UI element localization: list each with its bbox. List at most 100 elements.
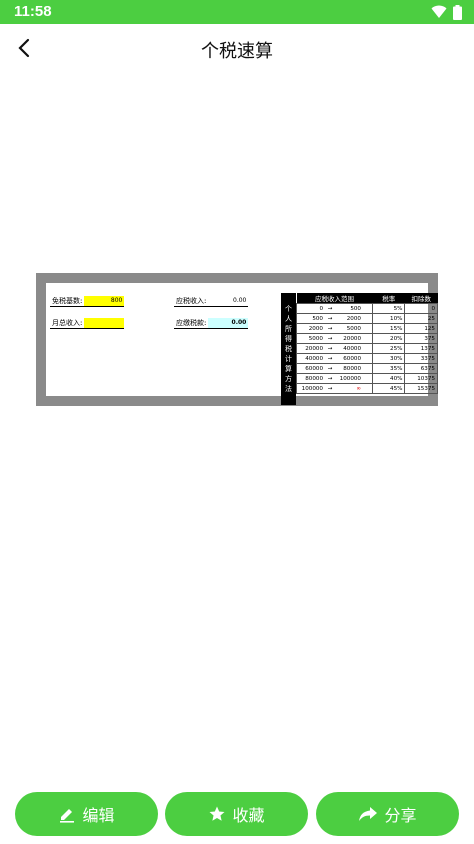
range-to: 20000: [343, 335, 361, 342]
range-to: 60000: [343, 355, 361, 362]
range-arrow: →: [327, 335, 333, 342]
range-cell: 80000 → 100000: [296, 373, 373, 384]
status-icons: [431, 4, 462, 20]
range-cell: 20000 → 40000: [296, 343, 373, 354]
payable-label: 应缴税款:: [174, 319, 209, 329]
header-range: 应税收入范围: [296, 293, 373, 304]
range-from: 20000: [305, 345, 323, 352]
table-row: 20000 → 40000 25% 1375: [296, 343, 438, 354]
status-bar: 11:58: [0, 0, 474, 24]
taxable-row: 应税收入: 0.00: [174, 296, 249, 307]
income-value: [84, 318, 125, 329]
table-row: 5000 → 20000 20% 375: [296, 333, 438, 344]
range-to: 80000: [343, 365, 361, 372]
income-row: 月总收入:: [50, 318, 125, 329]
range-arrow: →: [327, 385, 333, 392]
share-label: 分享: [384, 806, 417, 825]
range-to: 40000: [343, 345, 361, 352]
table-header-row: 应税收入范围 税率 扣除数: [296, 293, 438, 304]
rate-cell: 25%: [371, 343, 406, 354]
range-from: 0: [319, 305, 323, 312]
rate-cell: 20%: [371, 333, 406, 344]
taxable-label: 应税收入:: [174, 297, 209, 307]
range-arrow: →: [327, 345, 333, 352]
range-arrow: →: [327, 365, 333, 372]
page-title: 个税速算: [201, 41, 273, 62]
deduct-cell: 25: [404, 313, 438, 324]
deduct-cell: 375: [404, 333, 438, 344]
tax-sheet-image: 免税基数: 800 月总收入: 应税收入: 0.00 应缴税款: 0.00 个 …: [36, 273, 438, 406]
deduct-cell: 10375: [404, 373, 438, 384]
exempt-label: 免税基数:: [50, 297, 85, 307]
app-bar: 个税速算: [0, 24, 474, 72]
deduct-cell: 125: [404, 323, 438, 334]
table-row: 2000 → 5000 15% 125: [296, 323, 438, 334]
star-icon: [209, 806, 225, 821]
side-char: 个: [285, 305, 292, 313]
edit-button[interactable]: 编辑: [15, 792, 158, 836]
range-from: 2000: [308, 325, 323, 332]
wifi-icon: [431, 5, 447, 18]
header-rate: 税率: [372, 293, 405, 304]
deduct-cell: 6375: [404, 363, 438, 374]
side-char: 税: [285, 345, 292, 353]
share-arrow-icon: [359, 807, 378, 821]
table-row: 40000 → 60000 30% 3375: [296, 353, 438, 364]
deduct-cell: 1375: [404, 343, 438, 354]
range-from: 80000: [305, 375, 323, 382]
table-row: 100000 → ∞ 45% 15375: [296, 383, 438, 394]
rate-cell: 40%: [371, 373, 406, 384]
range-from: 60000: [305, 365, 323, 372]
deduct-cell: 15375: [404, 383, 438, 394]
rate-cell: 30%: [371, 353, 406, 364]
income-label: 月总收入:: [50, 319, 85, 329]
deduct-cell: 0: [404, 303, 438, 314]
range-to: 5000: [346, 325, 361, 332]
table-row: 60000 → 80000 35% 6375: [296, 363, 438, 374]
range-cell: 100000 → ∞: [296, 383, 373, 394]
range-from: 40000: [305, 355, 323, 362]
side-char: 所: [285, 325, 292, 333]
battery-icon: [453, 4, 462, 20]
payable-value: 0.00: [208, 318, 249, 329]
deduct-cell: 3375: [404, 353, 438, 364]
edit-label: 编辑: [82, 806, 115, 825]
range-cell: 40000 → 60000: [296, 353, 373, 364]
range-to: 500: [350, 305, 361, 312]
side-char: 人: [285, 315, 292, 323]
side-char: 算: [285, 365, 292, 373]
range-cell: 60000 → 80000: [296, 363, 373, 374]
range-from: 100000: [301, 385, 323, 392]
pencil-icon: [60, 809, 75, 823]
side-char: 计: [285, 355, 292, 363]
rate-cell: 10%: [371, 313, 406, 324]
range-cell: 5000 → 20000: [296, 333, 373, 344]
table-row: 0 → 500 5% 0: [296, 303, 438, 314]
range-from: 500: [312, 315, 323, 322]
range-arrow: →: [327, 305, 333, 312]
range-arrow: →: [327, 375, 333, 382]
rate-cell: 35%: [371, 363, 406, 374]
exempt-row: 免税基数: 800: [50, 296, 125, 307]
favorite-button[interactable]: 收藏: [165, 792, 308, 836]
payable-row: 应缴税款: 0.00: [174, 318, 249, 329]
status-time: 11:58: [14, 3, 52, 20]
table-row: 500 → 2000 10% 25: [296, 313, 438, 324]
range-cell: 2000 → 5000: [296, 323, 373, 334]
tax-bracket-table: 应税收入范围 税率 扣除数 0 → 500 5% 0 500 → 2000 10% 25 2000 →…: [296, 293, 438, 394]
side-char: 法: [285, 385, 292, 393]
header-deduct: 扣除数: [404, 293, 438, 304]
range-cell: 500 → 2000: [296, 313, 373, 324]
favorite-label: 收藏: [232, 806, 265, 825]
share-button[interactable]: 分享: [316, 792, 459, 836]
range-to: 2000: [346, 315, 361, 322]
range-arrow: →: [327, 355, 333, 362]
rate-cell: 5%: [371, 303, 406, 314]
method-side-label: 个 人 所 得 税 计 算 方 法: [281, 293, 296, 405]
rate-cell: 45%: [371, 383, 406, 394]
range-arrow: →: [327, 325, 333, 332]
tax-sheet-content: 免税基数: 800 月总收入: 应税收入: 0.00 应缴税款: 0.00 个 …: [46, 283, 438, 405]
exempt-value: 800: [84, 296, 125, 307]
side-char: 方: [285, 375, 292, 383]
range-from: 5000: [308, 335, 323, 342]
